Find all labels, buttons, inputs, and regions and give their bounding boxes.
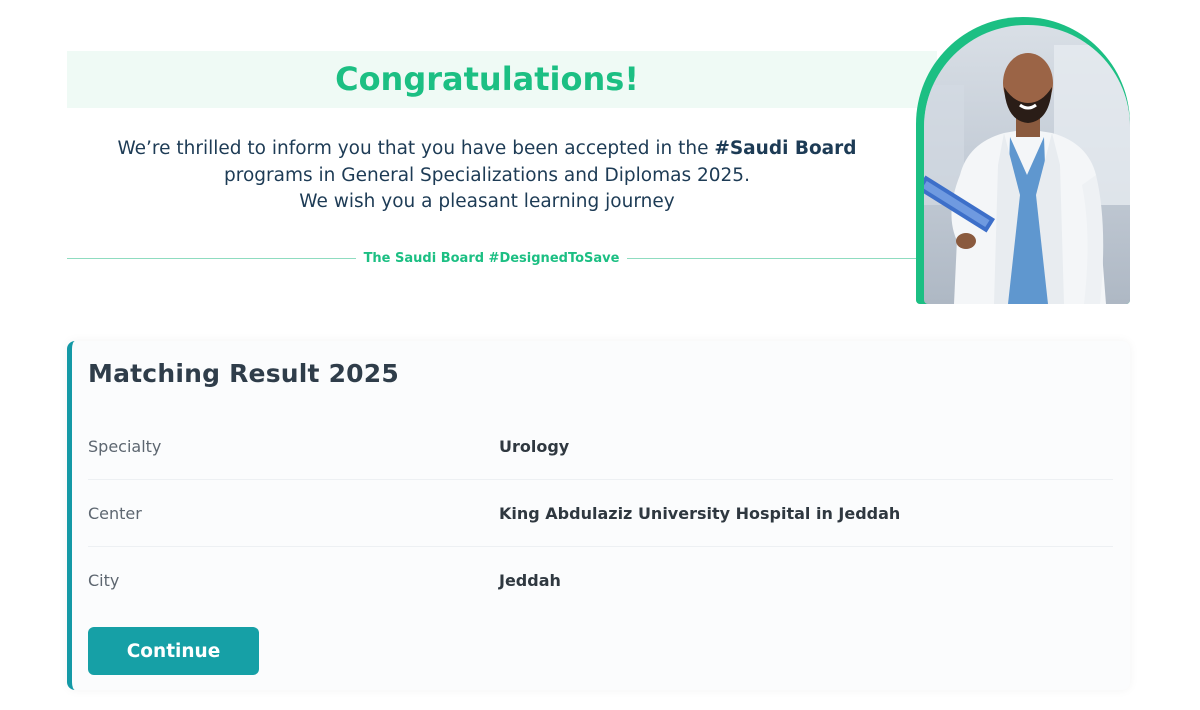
center-label: Center [88, 503, 142, 523]
doctor-photo [924, 25, 1130, 304]
result-row-city: City Jeddah [88, 547, 1113, 614]
city-label: City [88, 571, 120, 590]
matching-result-card: Matching Result 2025 Specialty Urology C… [67, 341, 1130, 690]
message-line-1: We’re thrilled to inform you that you ha… [117, 138, 857, 159]
tagline: The Saudi Board #DesignedToSave [363, 250, 620, 266]
message-line-3: We wish you a pleasant learning journey [299, 191, 675, 212]
message-line-2: programs in General Specializations and … [224, 164, 750, 186]
divider-line-left [67, 257, 356, 259]
doctor-photo-frame [916, 17, 1130, 304]
result-row-center: Center King Abdulaziz University Hospita… [88, 480, 1113, 547]
result-row-specialty: Specialty Urology [88, 413, 1113, 480]
divider-line-right [627, 257, 916, 259]
city-value: Jeddah [499, 571, 561, 590]
center-value: King Abdulaziz University Hospital in Je… [499, 503, 901, 523]
doctor-illustration [924, 45, 1130, 304]
tagline-divider: The Saudi Board #DesignedToSave [67, 248, 916, 268]
acceptance-message: We’re thrilled to inform you that you ha… [67, 136, 907, 216]
specialty-value: Urology [499, 436, 570, 456]
continue-button[interactable]: Continue [88, 627, 259, 675]
specialty-label: Specialty [88, 436, 162, 456]
card-title: Matching Result 2025 [88, 359, 399, 388]
acceptance-page: Congratulations! We’re thrilled to infor… [0, 0, 1200, 710]
page-title: Congratulations! [335, 60, 639, 98]
saudi-board-hashtag: #Saudi Board [714, 138, 857, 159]
